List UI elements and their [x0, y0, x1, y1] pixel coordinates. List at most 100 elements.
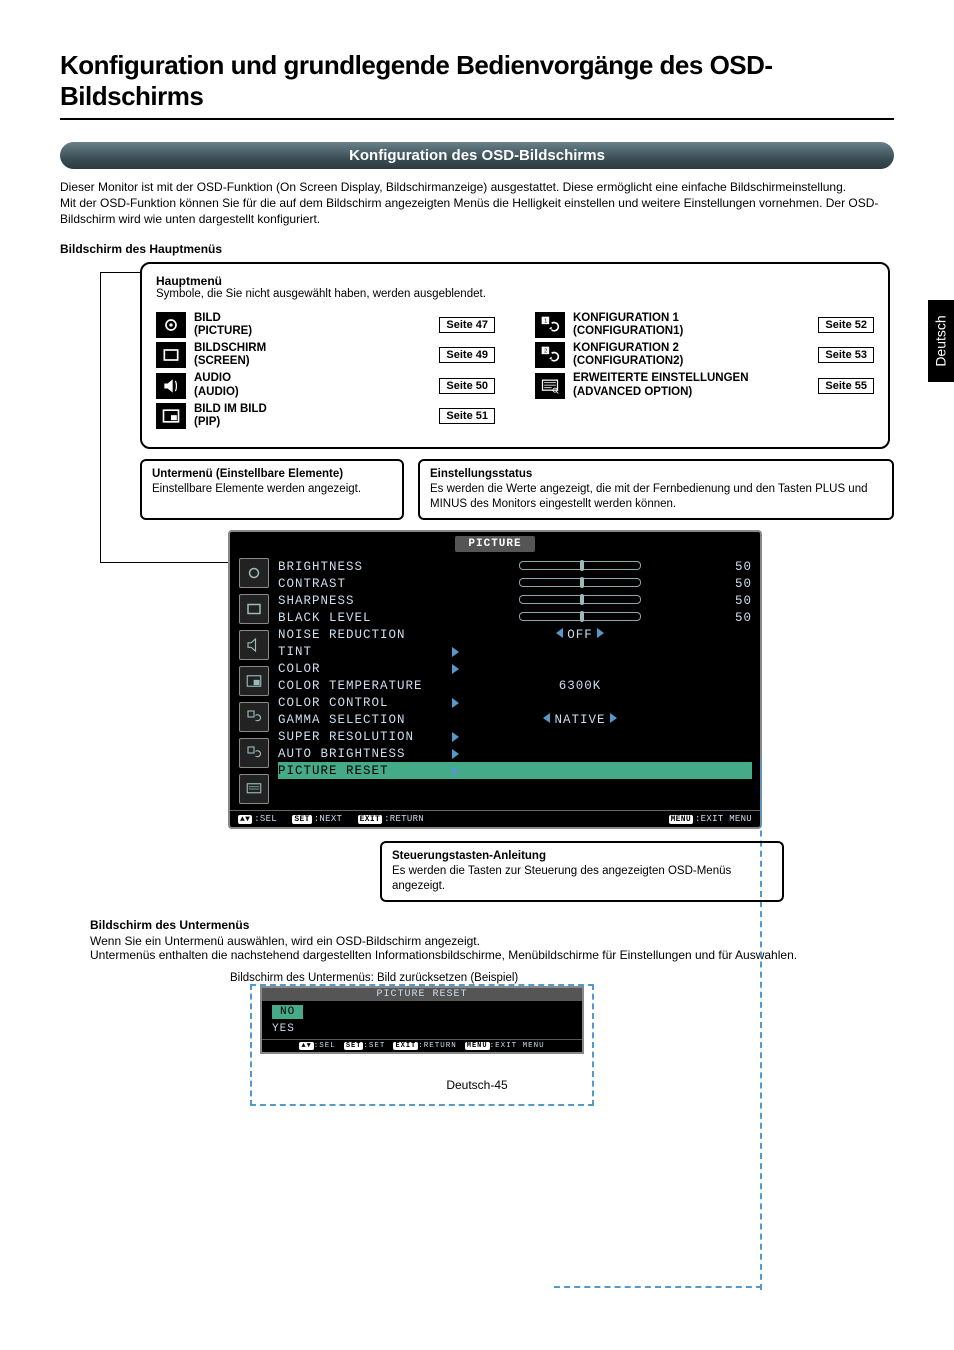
submenu-desc-body: Einstellbare Elemente werden angezeigt.	[152, 482, 392, 497]
osd-row-value	[448, 698, 712, 708]
osd-row-name: GAMMA SELECTION	[278, 713, 448, 727]
submenu-title: PICTURE RESET	[262, 988, 582, 1001]
menu-item-screen: BILDSCHIRM(SCREEN) Seite 49	[156, 342, 495, 368]
osd-row-value: NATIVE	[448, 713, 712, 727]
osd-row-value	[448, 664, 712, 674]
osd-row-num: 50	[712, 594, 752, 608]
page-ref: Seite 51	[439, 408, 495, 424]
osd-row: TINT	[278, 643, 752, 660]
submenu-opt-yes: YES	[262, 1019, 582, 1039]
status-desc-title: Einstellungsstatus	[430, 467, 882, 482]
menu-sublabel: (CONFIGURATION2)	[573, 355, 683, 367]
menu-item-audio: AUDIO(AUDIO) Seite 50	[156, 372, 495, 398]
osd-side-screen-icon	[239, 594, 269, 624]
osd-row-value	[448, 577, 712, 591]
language-tab-label: Deutsch	[933, 315, 949, 366]
menu-label: KONFIGURATION 2	[573, 342, 679, 354]
osd-row-name: CONTRAST	[278, 577, 448, 591]
config1-icon: 1	[535, 312, 565, 338]
picture-icon	[156, 312, 186, 338]
osd-row-value	[448, 732, 712, 742]
osd-row-num: 50	[712, 577, 752, 591]
osd-row-name: COLOR CONTROL	[278, 696, 448, 710]
key-exit: EXIT	[358, 815, 382, 824]
menu-item-config1: 1 KONFIGURATION 1(CONFIGURATION1) Seite …	[535, 312, 874, 338]
main-menu-title: Hauptmenü	[156, 274, 874, 288]
menu-item-advanced: ERWEITERTE EINSTELLUNGEN(ADVANCED OPTION…	[535, 372, 874, 398]
section-heading: Konfiguration des OSD-Bildschirms	[60, 142, 894, 169]
osd-row: BRIGHTNESS 50	[278, 558, 752, 575]
svg-text:2: 2	[544, 349, 547, 355]
osd-row: GAMMA SELECTIONNATIVE	[278, 711, 752, 728]
page-ref: Seite 49	[439, 347, 495, 363]
osd-row-value	[448, 611, 712, 625]
pip-icon	[156, 403, 186, 429]
sf-ret: :RETURN	[418, 1042, 457, 1050]
menu-sublabel: (CONFIGURATION1)	[573, 325, 683, 337]
osd-main: BRIGHTNESS50CONTRAST50SHARPNESS50BLACK L…	[278, 552, 760, 810]
menu-label: BILD	[194, 312, 221, 324]
osd-row-name: SUPER RESOLUTION	[278, 730, 448, 744]
osd-side-advanced-icon	[239, 774, 269, 804]
osd-row-name: BRIGHTNESS	[278, 560, 448, 574]
foot-exitmenu: :EXIT MENU	[695, 814, 752, 824]
svg-text:1: 1	[544, 318, 547, 324]
osd-row: AUTO BRIGHTNESS	[278, 745, 752, 762]
control-guide-box: Steuerungstasten-Anleitung Es werden die…	[380, 841, 784, 902]
config2-icon: 2	[535, 342, 565, 368]
osd-row-name: TINT	[278, 645, 448, 659]
foot-next: :NEXT	[314, 814, 343, 824]
osd-screen: PICTURE BRIGHTNESS50CONTRAST50SHARPNESS5…	[228, 530, 762, 829]
osd-row: NOISE REDUCTIONOFF	[278, 626, 752, 643]
divider	[60, 118, 894, 120]
osd-row: COLOR TEMPERATURE6300K	[278, 677, 752, 694]
submenu-caption: Bildschirm des Untermenüs: Bild zurückse…	[230, 972, 894, 984]
key-menu: MENU	[465, 1042, 490, 1050]
menu-label: BILD IM BILD	[194, 403, 267, 415]
osd-row-name: COLOR TEMPERATURE	[278, 679, 448, 693]
page-title: Konfiguration und grundlegende Bedienvor…	[60, 50, 894, 112]
control-guide-title: Steuerungstasten-Anleitung	[392, 849, 772, 864]
osd-row: BLACK LEVEL50	[278, 609, 752, 626]
menu-item-pip: BILD IM BILD(PIP) Seite 51	[156, 403, 495, 429]
menu-sublabel: (PICTURE)	[194, 325, 252, 337]
key-menu: MENU	[669, 815, 693, 824]
menu-label: AUDIO	[194, 372, 231, 384]
osd-row-num: 50	[712, 560, 752, 574]
control-guide-body: Es werden die Tasten zur Steuerung des a…	[392, 864, 772, 894]
key-updown: ▲▼	[299, 1042, 313, 1050]
osd-row-name: SHARPNESS	[278, 594, 448, 608]
osd-row: CONTRAST 50	[278, 575, 752, 592]
osd-row-value: 6300K	[448, 679, 712, 693]
osd-side-config1-icon	[239, 702, 269, 732]
menu-label: KONFIGURATION 1	[573, 312, 679, 324]
foot-sel: :SEL	[254, 814, 277, 824]
menu-sublabel: (AUDIO)	[194, 386, 239, 398]
menu-sublabel: (PIP)	[194, 416, 220, 428]
osd-footer: ▲▼:SEL SET:NEXT EXIT:RETURN MENU:EXIT ME…	[230, 810, 760, 827]
osd-row-value	[448, 560, 712, 574]
language-tab: Deutsch	[928, 300, 954, 382]
page-ref: Seite 53	[818, 347, 874, 363]
key-updown: ▲▼	[238, 815, 252, 824]
submenu-p2: Untermenüs enthalten die nachstehend dar…	[90, 948, 894, 962]
osd-row-value	[448, 594, 712, 608]
intro-p1: Dieser Monitor ist mit der OSD-Funktion …	[60, 179, 894, 195]
foot-return: :RETURN	[384, 814, 424, 824]
osd-row: COLOR CONTROL	[278, 694, 752, 711]
osd-row-value: OFF	[448, 628, 712, 642]
intro-p2: Mit der OSD-Funktion können Sie für die …	[60, 195, 894, 227]
submenu-p1: Wenn Sie ein Untermenü auswählen, wird e…	[90, 934, 894, 948]
submenu-desc-box: Untermenü (Einstellbare Elemente) Einste…	[140, 459, 404, 520]
sf-exit: :EXIT MENU	[490, 1042, 545, 1050]
osd-row-name: AUTO BRIGHTNESS	[278, 747, 448, 761]
osd-side-pip-icon	[239, 666, 269, 696]
osd-row: COLOR	[278, 660, 752, 677]
audio-icon	[156, 373, 186, 399]
page-ref: Seite 47	[439, 317, 495, 333]
menu-sublabel: (SCREEN)	[194, 355, 250, 367]
menu-item-config2: 2 KONFIGURATION 2(CONFIGURATION2) Seite …	[535, 342, 874, 368]
osd-row: SHARPNESS 50	[278, 592, 752, 609]
intro-text: Dieser Monitor ist mit der OSD-Funktion …	[60, 179, 894, 228]
key-set: SET	[344, 1042, 364, 1050]
